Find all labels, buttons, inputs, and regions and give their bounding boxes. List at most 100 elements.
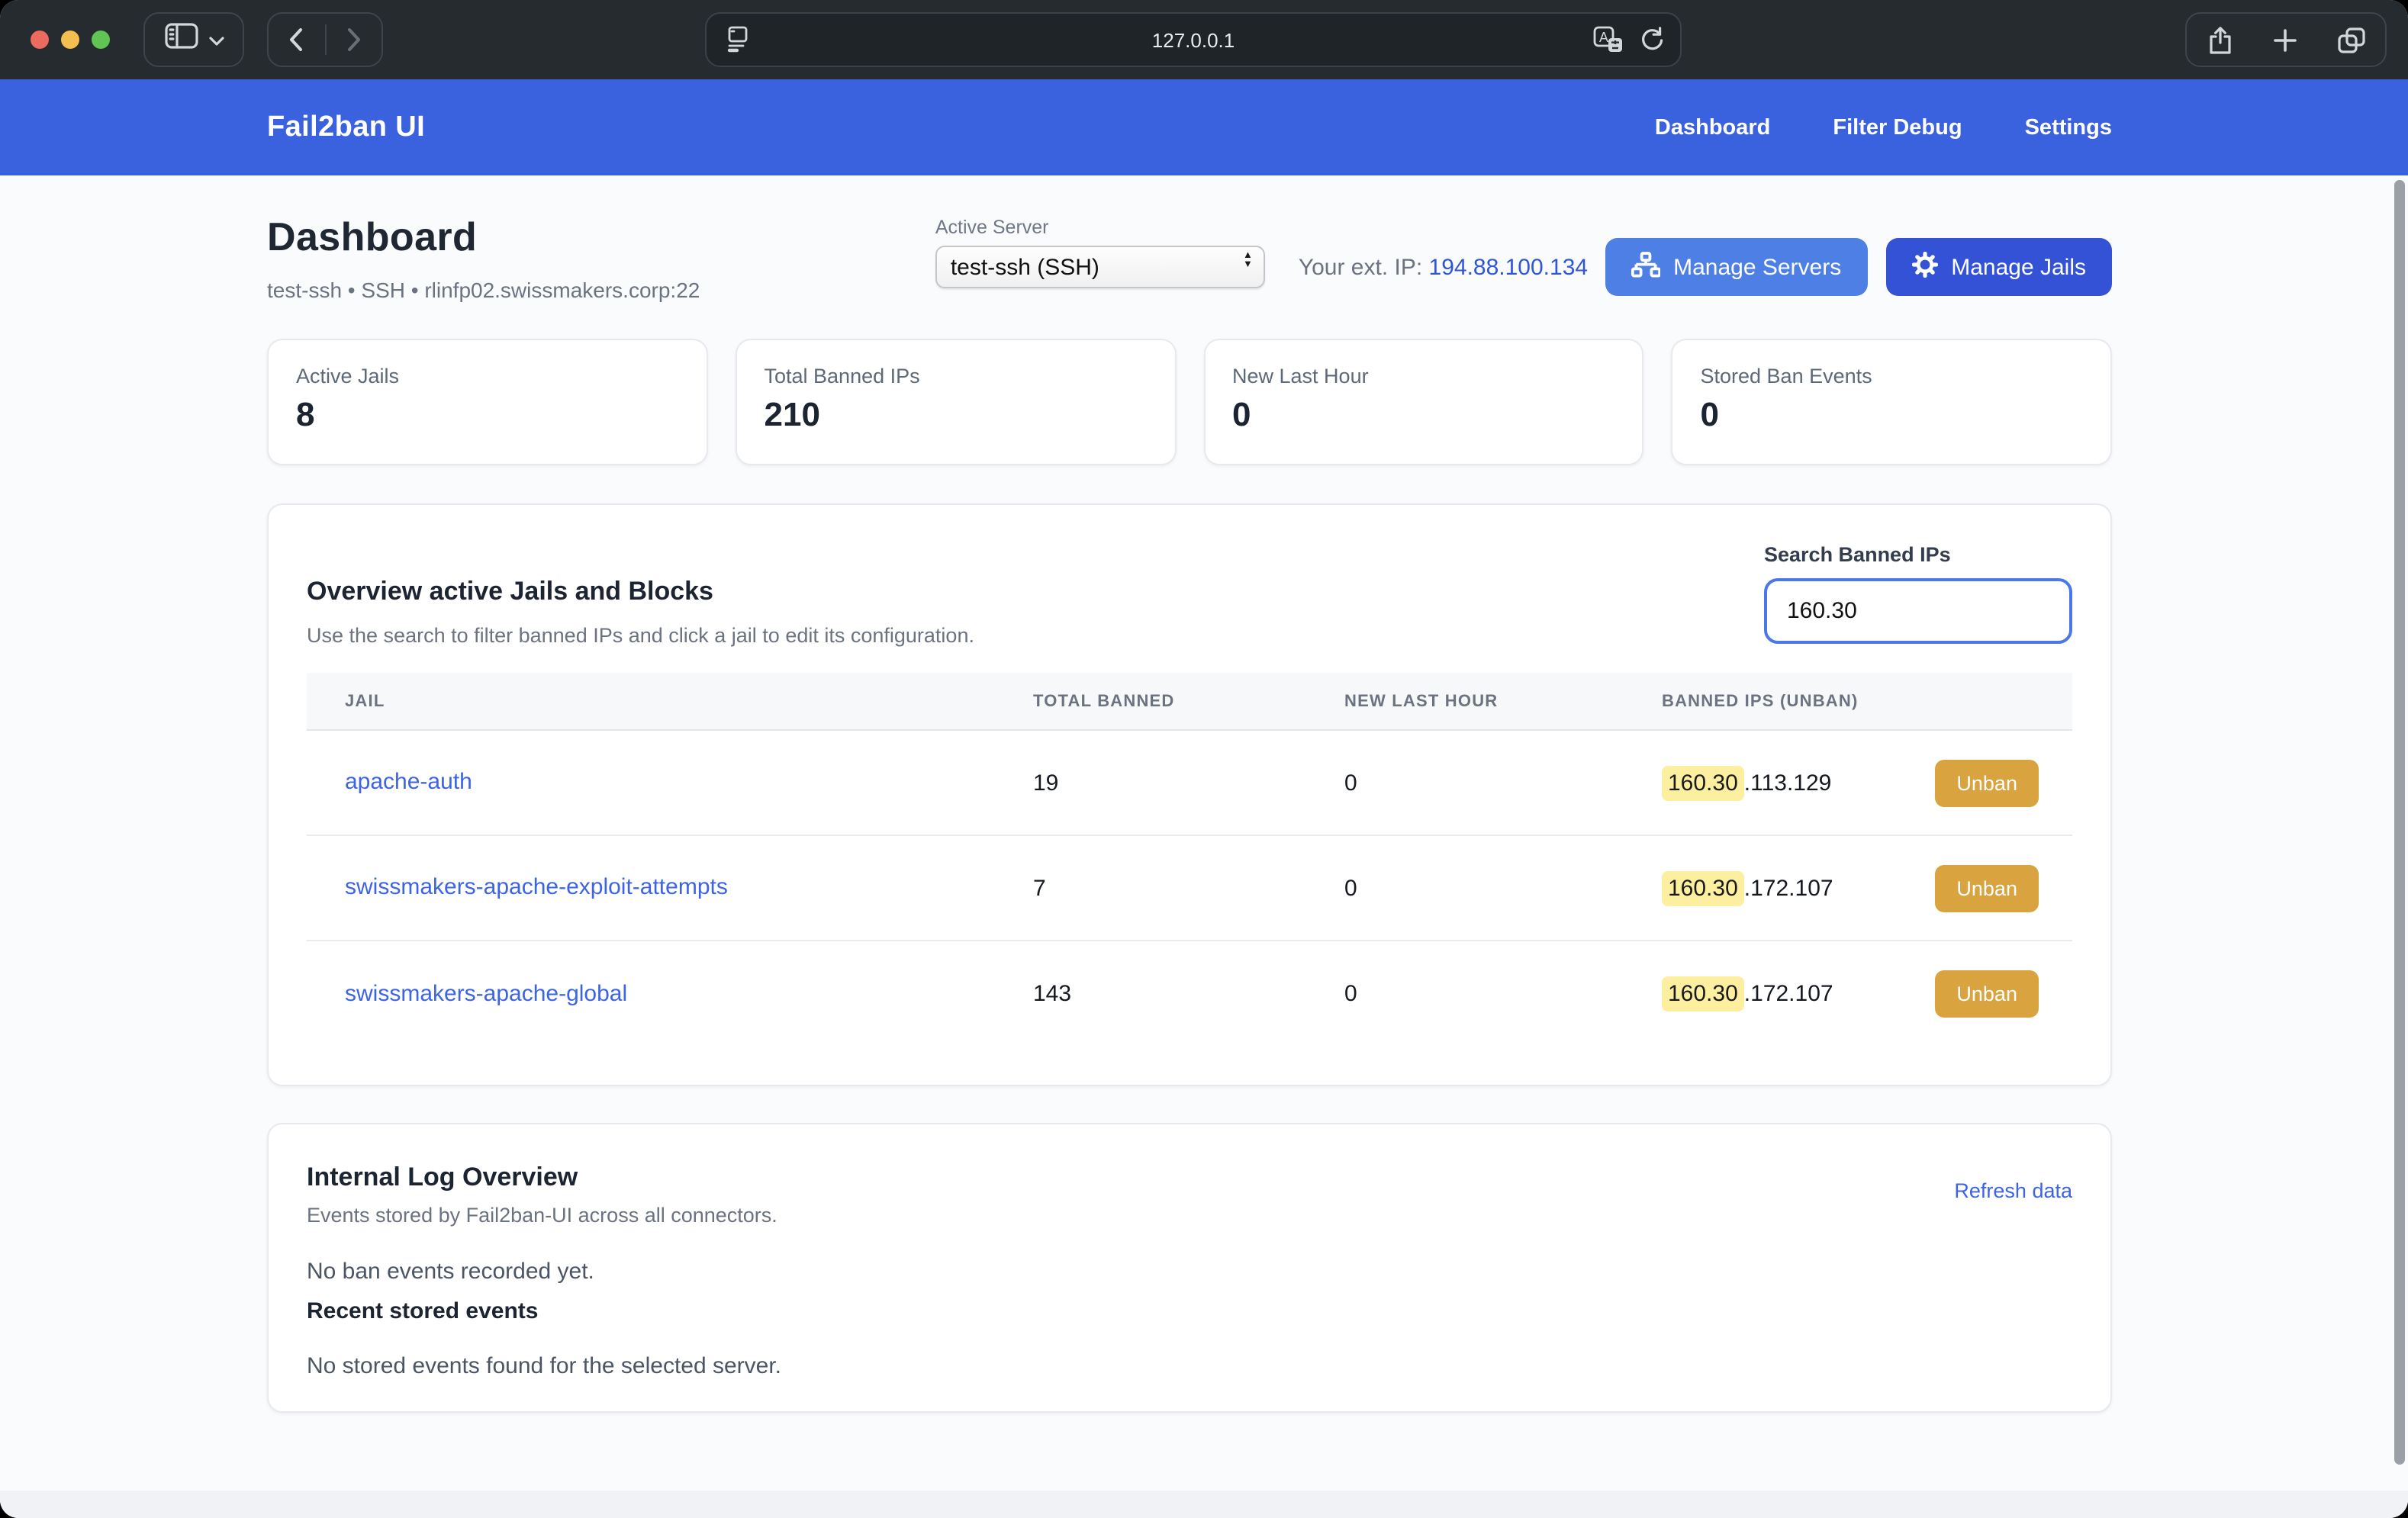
column-header-banned-ips: Banned IPs (Unban) bbox=[1628, 692, 2072, 710]
page-bottom-strip bbox=[0, 1491, 2408, 1518]
zoom-window-button[interactable] bbox=[92, 31, 110, 49]
chevron-down-icon bbox=[208, 26, 224, 53]
stat-cards: Active Jails 8 Total Banned IPs 210 New … bbox=[267, 339, 2112, 465]
banned-ip: 160.30.113.129 bbox=[1662, 770, 1831, 796]
ip-rest: .172.107 bbox=[1744, 981, 1833, 1007]
browser-window: 127.0.0.1 A bbox=[0, 0, 2408, 1518]
jails-table: Jail Total Banned New Last Hour Banned I… bbox=[307, 673, 2072, 1047]
jail-link[interactable]: swissmakers-apache-global bbox=[345, 980, 627, 1006]
unban-button[interactable]: Unban bbox=[1935, 759, 2039, 806]
recent-stored-events-heading: Recent stored events bbox=[307, 1298, 2072, 1324]
column-header-total-banned: Total Banned bbox=[996, 692, 1308, 710]
nav-link-settings[interactable]: Settings bbox=[2025, 115, 2112, 140]
nav-link-filter-debug[interactable]: Filter Debug bbox=[1833, 115, 1962, 140]
stat-label: New Last Hour bbox=[1232, 365, 1615, 388]
nav-link-dashboard[interactable]: Dashboard bbox=[1655, 115, 1771, 140]
search-banned-ips-label: Search Banned IPs bbox=[1764, 543, 2072, 566]
overview-title: Overview active Jails and Blocks bbox=[307, 577, 974, 607]
page-title: Dashboard bbox=[267, 214, 700, 261]
active-server-label: Active Server bbox=[935, 217, 1265, 238]
manage-servers-label: Manage Servers bbox=[1673, 254, 1841, 280]
jail-link[interactable]: swissmakers-apache-exploit-attempts bbox=[345, 874, 728, 900]
new-last-hour-value: 0 bbox=[1308, 875, 1628, 901]
ip-match-highlight: 160.30 bbox=[1662, 765, 1744, 800]
active-server-select[interactable]: test-ssh (SSH) bbox=[935, 246, 1265, 288]
nav-links: Dashboard Filter Debug Settings bbox=[1655, 115, 2112, 140]
overview-card: Overview active Jails and Blocks Use the… bbox=[267, 503, 2112, 1086]
overview-description: Use the search to filter banned IPs and … bbox=[307, 624, 974, 647]
manage-servers-button[interactable]: Manage Servers bbox=[1605, 238, 1867, 296]
column-header-jail: Jail bbox=[307, 692, 996, 710]
minimize-window-button[interactable] bbox=[61, 31, 79, 49]
history-nav-group bbox=[267, 12, 383, 67]
stat-value: 210 bbox=[765, 395, 1148, 435]
new-last-hour-value: 0 bbox=[1308, 981, 1628, 1007]
tab-overview-button[interactable] bbox=[2319, 27, 2385, 53]
gear-icon bbox=[1911, 251, 1937, 283]
page-subtitle: test-ssh • SSH • rlinfp02.swissmakers.co… bbox=[267, 278, 700, 302]
close-window-button[interactable] bbox=[31, 31, 49, 49]
svg-text:A: A bbox=[1599, 30, 1608, 45]
manage-jails-button[interactable]: Manage Jails bbox=[1885, 238, 2112, 296]
unban-button[interactable]: Unban bbox=[1935, 970, 2039, 1018]
stat-value: 8 bbox=[296, 395, 679, 435]
toolbar-right-group bbox=[2185, 12, 2387, 67]
stat-label: Stored Ban Events bbox=[1701, 365, 2084, 388]
ip-match-highlight: 160.30 bbox=[1662, 870, 1744, 905]
back-button[interactable] bbox=[269, 14, 324, 66]
sidebar-toggle-button[interactable] bbox=[143, 12, 244, 67]
stat-value: 0 bbox=[1701, 395, 2084, 435]
banned-ip: 160.30.172.107 bbox=[1662, 875, 1833, 901]
no-ban-events-text: No ban events recorded yet. bbox=[307, 1259, 2072, 1285]
search-banned-ips-input[interactable] bbox=[1764, 578, 2072, 644]
jail-link[interactable]: apache-auth bbox=[345, 769, 472, 795]
stat-card-active-jails: Active Jails 8 bbox=[267, 339, 708, 465]
sidebar-icon bbox=[164, 23, 198, 56]
internal-log-card: Internal Log Overview Events stored by F… bbox=[267, 1123, 2112, 1413]
translate-icon[interactable]: A bbox=[1593, 26, 1625, 63]
total-banned-value: 7 bbox=[996, 875, 1308, 901]
total-banned-value: 19 bbox=[996, 770, 1308, 796]
forward-button[interactable] bbox=[326, 14, 381, 66]
active-server-field: Active Server test-ssh (SSH) ▲▼ bbox=[935, 214, 1265, 288]
manage-jails-label: Manage Jails bbox=[1951, 254, 2086, 280]
stat-label: Active Jails bbox=[296, 365, 679, 388]
table-row: swissmakers-apache-exploit-attempts 7 0 … bbox=[307, 836, 2072, 941]
ip-match-highlight: 160.30 bbox=[1662, 976, 1744, 1011]
stat-value: 0 bbox=[1232, 395, 1615, 435]
stat-card-stored-ban-events: Stored Ban Events 0 bbox=[1672, 339, 2113, 465]
url-text: 127.0.0.1 bbox=[707, 14, 1680, 66]
banned-ip: 160.30.172.107 bbox=[1662, 981, 1833, 1007]
external-ip-link[interactable]: 194.88.100.134 bbox=[1429, 255, 1589, 281]
new-tab-button[interactable] bbox=[2253, 28, 2319, 51]
traffic-lights bbox=[31, 31, 110, 49]
page-header: Dashboard test-ssh • SSH • rlinfp02.swis… bbox=[267, 214, 2112, 302]
page-body: Dashboard test-ssh • SSH • rlinfp02.swis… bbox=[0, 175, 2408, 1518]
jails-table-header: Jail Total Banned New Last Hour Banned I… bbox=[307, 673, 2072, 731]
browser-chrome: 127.0.0.1 A bbox=[0, 0, 2408, 79]
refresh-data-link[interactable]: Refresh data bbox=[1954, 1179, 2072, 1202]
app-brand: Fail2ban UI bbox=[267, 111, 425, 144]
internal-log-description: Events stored by Fail2ban-UI across all … bbox=[307, 1204, 777, 1227]
unban-button[interactable]: Unban bbox=[1935, 864, 2039, 912]
stat-label: Total Banned IPs bbox=[765, 365, 1148, 388]
external-ip: Your ext. IP: 194.88.100.134 bbox=[1299, 255, 1588, 281]
table-row: swissmakers-apache-global 143 0 160.30.1… bbox=[307, 941, 2072, 1047]
stat-card-new-last-hour: New Last Hour 0 bbox=[1203, 339, 1644, 465]
no-stored-events-text: No stored events found for the selected … bbox=[307, 1353, 2072, 1379]
share-button[interactable] bbox=[2187, 25, 2253, 54]
reload-icon[interactable] bbox=[1639, 26, 1665, 63]
ip-rest: .172.107 bbox=[1744, 875, 1833, 901]
total-banned-value: 143 bbox=[996, 981, 1308, 1007]
ip-rest: .113.129 bbox=[1744, 770, 1832, 796]
app-navbar: Fail2ban UI Dashboard Filter Debug Setti… bbox=[0, 79, 2408, 175]
table-row: apache-auth 19 0 160.30.113.129 Unban bbox=[307, 731, 2072, 836]
address-bar[interactable]: 127.0.0.1 A bbox=[705, 12, 1682, 67]
external-ip-label: Your ext. IP: bbox=[1299, 255, 1422, 281]
stat-card-total-banned: Total Banned IPs 210 bbox=[736, 339, 1177, 465]
sitemap-icon bbox=[1631, 251, 1660, 283]
scrollbar-thumb[interactable] bbox=[2394, 180, 2405, 1465]
new-last-hour-value: 0 bbox=[1308, 770, 1628, 796]
internal-log-title: Internal Log Overview bbox=[307, 1163, 777, 1193]
column-header-new-last-hour: New Last Hour bbox=[1308, 692, 1628, 710]
